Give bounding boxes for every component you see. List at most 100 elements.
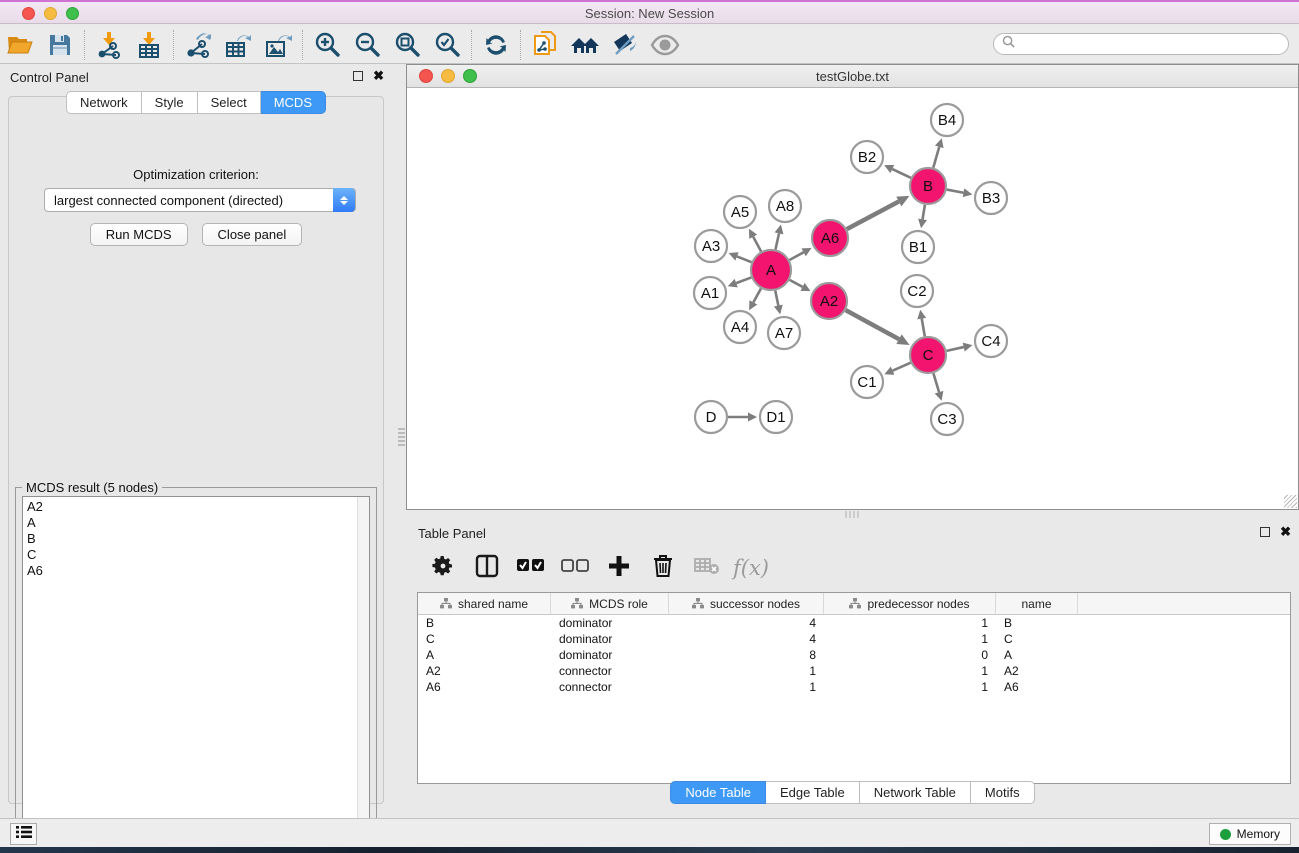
result-item[interactable]: A xyxy=(27,515,369,531)
edge-B-B1[interactable] xyxy=(923,205,925,220)
tab-motifs[interactable]: Motifs xyxy=(971,781,1035,804)
node-label-A3: A3 xyxy=(702,238,720,255)
edge-A-A7[interactable] xyxy=(775,291,778,306)
horizontal-splitter-handle[interactable] xyxy=(845,511,859,518)
tab-node-table[interactable]: Node Table xyxy=(670,781,766,804)
node-label-B4: B4 xyxy=(938,112,956,129)
arrowhead-icon xyxy=(935,391,944,401)
close-panel-icon[interactable]: ✖ xyxy=(373,71,384,81)
node-label-C4: C4 xyxy=(981,333,1000,350)
edge-C-C4[interactable] xyxy=(947,347,964,351)
optimization-criterion-dropdown[interactable]: largest connected component (directed) xyxy=(44,188,356,212)
refresh-button[interactable] xyxy=(476,29,516,61)
column-header-successor-nodes[interactable]: successor nodes xyxy=(669,593,824,614)
node-label-A5: A5 xyxy=(731,204,749,221)
duplicate-network-button[interactable] xyxy=(525,29,565,61)
result-item[interactable]: A6 xyxy=(27,563,369,579)
deselect-all-rows-button[interactable] xyxy=(558,551,592,585)
optimization-criterion-label: Optimization criterion: xyxy=(9,167,383,182)
floppy-disk-icon xyxy=(48,33,72,57)
tab-network-table[interactable]: Network Table xyxy=(860,781,971,804)
hide-labels-button[interactable] xyxy=(605,29,645,61)
resize-grip-icon[interactable] xyxy=(1284,495,1297,508)
column-layout-button[interactable] xyxy=(470,551,504,585)
edge-A-A8[interactable] xyxy=(775,233,779,249)
zoom-in-button[interactable] xyxy=(307,29,347,61)
search-icon xyxy=(1002,35,1015,53)
column-header-name[interactable]: name xyxy=(996,593,1078,614)
gear-icon xyxy=(431,554,455,583)
import-network-button[interactable] xyxy=(89,29,129,61)
edge-A-A3[interactable] xyxy=(737,256,752,262)
export-network-button[interactable] xyxy=(178,29,218,61)
result-scrollbar[interactable] xyxy=(357,497,369,819)
edge-A-A2[interactable] xyxy=(790,280,803,287)
tab-mcds[interactable]: MCDS xyxy=(261,91,326,114)
add-column-button[interactable] xyxy=(602,551,636,585)
search-input[interactable] xyxy=(1015,37,1288,51)
tab-select[interactable]: Select xyxy=(198,91,261,114)
show-all-button[interactable] xyxy=(565,29,605,61)
close-table-panel-icon[interactable]: ✖ xyxy=(1280,527,1291,537)
edge-A-A4[interactable] xyxy=(753,288,761,302)
close-panel-button[interactable]: Close panel xyxy=(202,223,303,246)
table-settings-button[interactable] xyxy=(426,551,460,585)
export-image-button[interactable] xyxy=(258,29,298,61)
memory-status-icon xyxy=(1220,829,1231,840)
control-panel-body: NetworkStyleSelectMCDS Optimization crit… xyxy=(8,96,384,804)
import-table-button[interactable] xyxy=(129,29,169,61)
edge-A-A5[interactable] xyxy=(753,237,761,252)
edge-B-B3[interactable] xyxy=(947,190,964,193)
open-folder-icon xyxy=(6,33,34,57)
edge-A6-B[interactable] xyxy=(847,201,899,229)
zoom-selected-button[interactable] xyxy=(427,29,467,61)
save-session-button[interactable] xyxy=(40,29,80,61)
edge-B-B2[interactable] xyxy=(892,169,911,178)
mcds-result-list[interactable]: A2ABCA6 xyxy=(22,496,370,820)
edge-C-C3[interactable] xyxy=(933,373,939,392)
network-graph[interactable]: B4B2BB3A5A8A6B1A3AA1C2A2A4A7CC4C1C3DD1 xyxy=(407,88,1298,509)
float-panel-icon[interactable] xyxy=(353,71,363,81)
edge-C-C2[interactable] xyxy=(922,319,925,337)
zoom-fit-button[interactable] xyxy=(387,29,427,61)
column-header-shared-name[interactable]: shared name xyxy=(418,593,551,614)
search-field[interactable] xyxy=(993,33,1289,55)
table-cell: B xyxy=(418,615,551,631)
result-item[interactable]: C xyxy=(27,547,369,563)
result-item[interactable]: A2 xyxy=(27,499,369,515)
zoom-out-button[interactable] xyxy=(347,29,387,61)
network-window-titlebar[interactable]: testGlobe.txt xyxy=(407,65,1298,88)
table-cell: A xyxy=(418,647,551,663)
tab-edge-table[interactable]: Edge Table xyxy=(766,781,860,804)
table-row[interactable]: A2connector11A2 xyxy=(418,663,1290,679)
run-mcds-button[interactable]: Run MCDS xyxy=(90,223,188,246)
delete-column-button[interactable] xyxy=(646,551,680,585)
select-all-rows-button[interactable] xyxy=(514,551,548,585)
table-row[interactable]: Cdominator41C xyxy=(418,631,1290,647)
function-builder-button-disabled: f(x) xyxy=(734,551,768,585)
toggle-view-button[interactable] xyxy=(645,29,685,61)
table-row[interactable]: Bdominator41B xyxy=(418,615,1290,631)
tab-network[interactable]: Network xyxy=(66,91,142,114)
network-canvas[interactable]: B4B2BB3A5A8A6B1A3AA1C2A2A4A7CC4C1C3DD1 xyxy=(407,88,1298,509)
edge-A2-C[interactable] xyxy=(846,310,899,339)
table-row[interactable]: A6connector11A6 xyxy=(418,679,1290,695)
table-row[interactable]: Adominator80A xyxy=(418,647,1290,663)
toolbar-separator xyxy=(302,30,303,60)
result-item[interactable]: B xyxy=(27,531,369,547)
edge-A-A1[interactable] xyxy=(736,277,751,283)
edge-A-A6[interactable] xyxy=(789,252,803,260)
export-table-button[interactable] xyxy=(218,29,258,61)
column-header-predecessor-nodes[interactable]: predecessor nodes xyxy=(824,593,996,614)
edge-C-C1[interactable] xyxy=(893,363,911,371)
dropdown-stepper-icon[interactable] xyxy=(333,188,355,212)
edge-B-B4[interactable] xyxy=(933,147,939,168)
open-file-button[interactable] xyxy=(0,29,40,61)
task-history-button[interactable] xyxy=(10,823,37,845)
tab-style[interactable]: Style xyxy=(142,91,198,114)
float-table-panel-icon[interactable] xyxy=(1260,527,1270,537)
memory-button[interactable]: Memory xyxy=(1209,823,1291,845)
memory-label: Memory xyxy=(1237,827,1280,841)
column-header-MCDS-role[interactable]: MCDS role xyxy=(551,593,669,614)
vertical-splitter-handle[interactable] xyxy=(398,428,405,448)
